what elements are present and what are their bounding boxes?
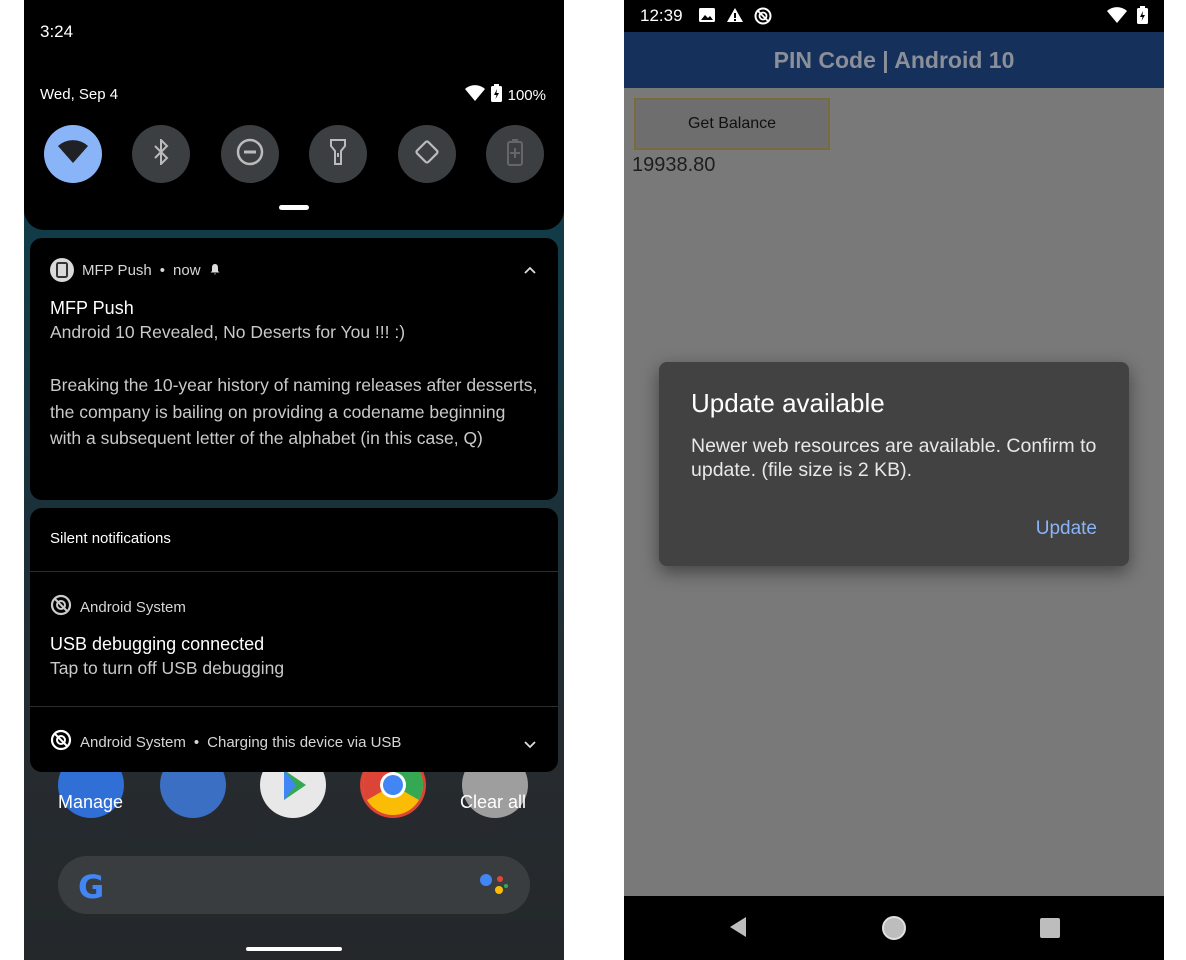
notification-app-name: MFP Push (82, 261, 152, 279)
app-title: PIN Code | Android 10 (773, 46, 1015, 73)
clear-all-button[interactable]: Clear all (460, 792, 526, 813)
quick-settings-tiles (44, 125, 544, 183)
dialog-message: Newer web resources are available. Confi… (691, 435, 1097, 481)
image-icon (698, 7, 716, 30)
update-button[interactable]: Update (1036, 518, 1097, 540)
quick-settings-panel: 3:24 Wed, Sep 4 100% (24, 0, 564, 230)
wifi-signal-icon (1107, 7, 1127, 28)
expand-handle[interactable] (279, 205, 309, 210)
navigation-bar (624, 896, 1164, 960)
notification-title: MFP Push (50, 298, 134, 318)
recents-icon[interactable] (1040, 918, 1060, 938)
assistant-icon[interactable] (478, 872, 508, 903)
gesture-nav-handle[interactable] (246, 947, 342, 951)
wifi-tile[interactable] (44, 125, 102, 183)
status-icons (1107, 6, 1148, 29)
update-dialog: Update available Newer web resources are… (659, 362, 1129, 566)
clock: 12:39 (640, 6, 683, 25)
alert-bell-icon (209, 262, 221, 279)
date-label: Wed, Sep 4 (40, 86, 119, 103)
battery-saver-tile[interactable] (485, 125, 544, 183)
notification-subtitle: Android 10 Revealed, No Deserts for You … (50, 322, 406, 342)
notification-title: USB debugging connected (50, 634, 265, 654)
notification-header: Android System • Charging this device vi… (50, 729, 401, 755)
notification-header: MFP Push • now (50, 258, 221, 282)
notification-app-name: Android System (80, 598, 186, 616)
notification-body: Breaking the 10-year history of naming r… (50, 375, 538, 448)
silent-notifications-header: Silent notifications (50, 530, 171, 547)
app-screen: 12:39 PIN Code | Android 10 Get Balance … (624, 0, 1164, 960)
notification-time: now (173, 261, 201, 279)
google-logo: G (78, 868, 105, 906)
clock: 3:24 (40, 22, 74, 41)
android-system-icon (50, 729, 72, 755)
balance-value: 19938.80 (632, 154, 716, 176)
silent-notifications-group: Silent notifications Android System USB … (30, 508, 558, 772)
battery-percent: 100% (507, 86, 546, 104)
battery-saver-icon (506, 138, 523, 171)
status-icons: 100% (464, 84, 546, 106)
auto-rotate-icon (413, 138, 441, 171)
status-bar: 12:39 (624, 0, 1164, 32)
notification-header: Android System (50, 594, 186, 620)
android-system-icon (754, 7, 772, 30)
android-system-icon (50, 594, 72, 620)
notification-detail: Charging this device via USB (207, 733, 402, 751)
dialog-title: Update available (691, 388, 885, 418)
google-search-bar[interactable]: G (58, 856, 530, 914)
notification-icons (698, 7, 772, 30)
warning-icon (726, 7, 744, 30)
flashlight-icon (329, 138, 347, 171)
bluetooth-icon (153, 137, 169, 170)
battery-charging-icon (490, 84, 502, 106)
flashlight-tile[interactable] (309, 125, 368, 183)
mfp-push-notification[interactable]: MFP Push • now MFP Push Android 10 Revea… (30, 238, 558, 500)
home-icon[interactable] (882, 916, 906, 940)
bluetooth-tile[interactable] (132, 125, 191, 183)
back-icon[interactable] (728, 916, 748, 943)
collapse-chevron-icon[interactable] (524, 261, 536, 277)
expand-chevron-icon[interactable] (524, 736, 536, 752)
divider (30, 706, 558, 707)
wifi-icon (58, 139, 88, 169)
phone-device-icon (50, 258, 74, 282)
get-balance-button[interactable]: Get Balance (634, 98, 830, 150)
notification-shade-screen: 3:24 Wed, Sep 4 100% MFP Push • now MFP … (24, 0, 564, 960)
wifi-signal-icon (464, 85, 485, 105)
notification-app-name: Android System (80, 733, 186, 751)
separator-dot: • (159, 261, 166, 279)
divider (30, 571, 558, 572)
auto-rotate-tile[interactable] (397, 125, 456, 183)
notification-body: Tap to turn off USB debugging (50, 658, 285, 678)
do-not-disturb-tile[interactable] (220, 125, 279, 183)
battery-charging-icon (1137, 6, 1148, 29)
app-bar: PIN Code | Android 10 (624, 32, 1164, 88)
do-not-disturb-icon (236, 138, 264, 171)
manage-button[interactable]: Manage (58, 792, 123, 813)
separator-dot: • (193, 733, 200, 751)
